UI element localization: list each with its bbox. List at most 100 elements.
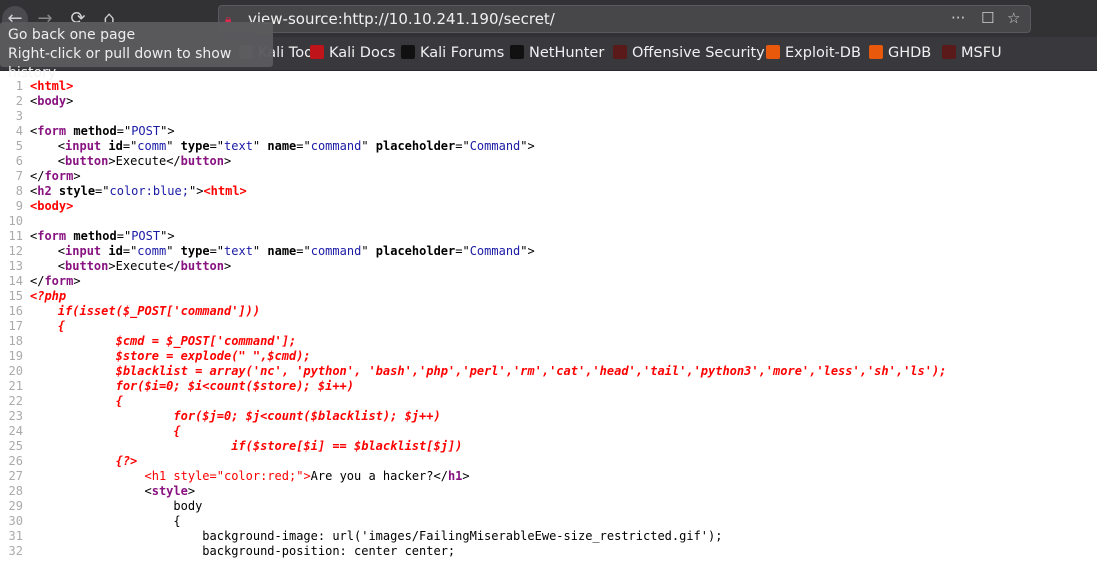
bookmark-item[interactable]: NetHunter: [510, 45, 604, 61]
source-token: >: [224, 259, 232, 273]
source-token: </: [30, 274, 45, 288]
source-token: <body>: [30, 199, 74, 213]
source-token: input: [65, 139, 102, 153]
source-token: =": [116, 229, 132, 243]
source-token: ">: [520, 244, 535, 258]
source-token: =": [296, 244, 311, 258]
source-token: button: [180, 154, 224, 168]
bookmark-item[interactable]: Kali Forums: [401, 45, 504, 61]
source-token: name: [267, 244, 297, 258]
line-number: 25: [8, 439, 23, 453]
source-token: <html>: [203, 184, 247, 198]
bookmark-item[interactable]: Exploit-DB: [766, 45, 861, 61]
pocket-icon[interactable]: ☐: [981, 9, 994, 27]
line-number: 26: [8, 454, 23, 468]
source-token: h1: [447, 469, 463, 483]
source-token: $store = explode(" ",$cmd);: [30, 349, 311, 363]
url-bar[interactable]: 🔒︎ view-source:http://10.10.241.190/secr…: [218, 5, 1031, 33]
source-token: >: [187, 484, 196, 498]
source-token: id: [108, 139, 123, 153]
source-line: 22 {: [0, 394, 946, 409]
source-token: ">: [160, 124, 175, 138]
bookmark-label: Offensive Security: [632, 45, 765, 61]
back-button-tooltip: Go back one page Right-click or pull dow…: [0, 22, 273, 81]
source-token: >: [224, 154, 232, 168]
page-actions-icon[interactable]: ···: [951, 9, 965, 27]
line-number: 2: [15, 94, 23, 108]
source-line: 7 </form>: [0, 169, 946, 184]
source-token: for($i=0; $i<count($store); $i++): [30, 379, 355, 393]
url-text[interactable]: view-source:http://10.10.241.190/secret/: [248, 10, 555, 28]
bookmark-item[interactable]: GHDB: [869, 45, 931, 61]
source-token: <: [30, 154, 66, 168]
source-token: style: [151, 484, 188, 498]
source-token: method: [73, 229, 117, 243]
source-token: text: [224, 244, 253, 258]
source-line: 2 <body>: [0, 94, 946, 109]
source-line: 19 $store = explode(" ",$cmd);: [0, 349, 946, 364]
source-token: =": [95, 184, 110, 198]
source-token: <: [30, 139, 66, 153]
source-line: 14 </form>: [0, 274, 946, 289]
source-token: form: [44, 169, 74, 183]
source-token: ": [252, 244, 268, 258]
line-number: 12: [8, 244, 23, 258]
source-token: ">: [160, 229, 175, 243]
source-token: [52, 184, 59, 198]
source-line: 20 $blacklist = array('nc', 'python', 'b…: [0, 364, 947, 379]
offsec-icon: [613, 45, 627, 59]
source-token: POST: [131, 124, 161, 138]
source-token: ": [361, 139, 376, 153]
source-line: 15 <?php: [0, 289, 946, 304]
source-token: form: [44, 274, 74, 288]
bookmark-star-icon[interactable]: ☆: [1007, 9, 1020, 27]
line-number: 17: [8, 319, 23, 333]
source-token: text: [224, 139, 253, 153]
source-line: 27 <h1 style="color:red;">Are you a hack…: [0, 469, 946, 484]
source-line: 25 if($store[$i] == $blacklist[$j]): [0, 439, 946, 454]
bookmark-label: Kali Docs: [329, 45, 396, 61]
source-line: 23 for($j=0; $j<count($blacklist); $j++): [0, 409, 946, 424]
source-token: =": [209, 139, 225, 153]
source-token: background-position: center center;: [30, 544, 456, 558]
source-line: 17 {: [0, 319, 946, 334]
source-line: 32 background-position: center center;: [0, 544, 946, 559]
source-token: style: [58, 184, 96, 198]
source-token: <: [30, 484, 152, 498]
source-token: ": [166, 244, 181, 258]
bookmark-item[interactable]: Offensive Security: [613, 45, 765, 61]
source-token: command: [310, 139, 362, 153]
bookmark-label: GHDB: [888, 45, 932, 61]
line-number: 29: [8, 499, 23, 513]
source-token: placeholder: [375, 139, 456, 153]
source-token: id: [108, 244, 123, 258]
source-token: ">: [188, 184, 204, 198]
source-token: >: [73, 274, 81, 288]
line-number: 4: [15, 124, 23, 138]
line-number: 21: [8, 379, 23, 393]
source-line: 9 <body>: [0, 199, 946, 214]
line-number: 24: [8, 424, 23, 438]
kali-dragon-icon: [510, 45, 524, 59]
source-token: <: [30, 244, 66, 258]
kali-docs-icon: [310, 45, 324, 59]
source-line: 6 <button>Execute</button>: [0, 154, 946, 169]
source-token: {: [30, 514, 181, 528]
source-token: {?>: [30, 454, 138, 468]
line-number: 23: [8, 409, 23, 423]
bookmark-item[interactable]: Kali Docs: [310, 45, 395, 61]
source-token: <h1 style="color:red;">: [144, 469, 311, 483]
source-token: command: [310, 244, 362, 258]
source-token: Are you a hacker?</: [310, 469, 448, 483]
source-token: button: [65, 259, 109, 273]
source-token: if(isset($_POST['command'])): [30, 304, 261, 318]
line-number: 8: [15, 184, 23, 198]
bookmark-item[interactable]: MSFU: [942, 45, 1002, 61]
line-number: 31: [8, 529, 23, 543]
line-number: 1: [15, 79, 23, 93]
source-line: 3: [0, 109, 946, 124]
source-token: =": [455, 139, 470, 153]
source-token: =": [122, 139, 138, 153]
source-token: for($j=0; $j<count($blacklist); $j++): [30, 409, 441, 423]
source-token: comm: [137, 139, 167, 153]
